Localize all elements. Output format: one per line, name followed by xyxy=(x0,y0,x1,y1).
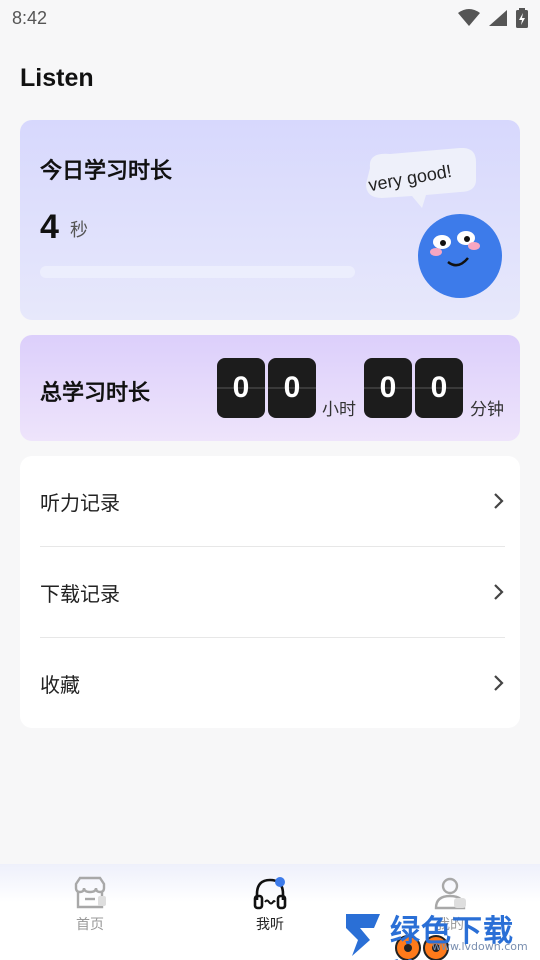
hours-unit-label: 小时 xyxy=(322,400,356,420)
menu-item-listen-history[interactable]: 听力记录 xyxy=(40,456,505,546)
chevron-right-icon xyxy=(494,584,504,600)
chevron-right-icon xyxy=(494,493,504,509)
signal-icon xyxy=(489,10,507,26)
nav-label-home: 首页 xyxy=(76,917,104,933)
user-icon xyxy=(434,877,466,910)
wifi-icon xyxy=(458,9,480,26)
mascot-icon xyxy=(418,214,502,298)
chevron-right-icon xyxy=(494,675,504,691)
total-study-card: 总学习时长 0 0 小时 0 0 分钟 xyxy=(20,335,520,441)
today-study-card: 今日学习时长 4 秒 very good! xyxy=(20,120,520,320)
menu-card: 听力记录 下载记录 收藏 xyxy=(20,456,520,728)
today-study-value: 4 xyxy=(40,208,59,246)
minutes-digit-2: 0 xyxy=(415,358,463,418)
nav-label-listen: 我听 xyxy=(256,917,284,933)
menu-item-label: 听力记录 xyxy=(40,490,120,515)
watermark-url: www.lvdown.com xyxy=(432,940,528,953)
today-study-unit: 秒 xyxy=(70,220,88,241)
page-title: Listen xyxy=(20,64,94,92)
minutes-unit-label: 分钟 xyxy=(470,400,504,420)
menu-item-favorites[interactable]: 收藏 xyxy=(40,638,505,728)
nav-item-home[interactable]: 首页 xyxy=(40,876,140,946)
status-bar: 8:42 xyxy=(0,0,540,36)
today-study-title: 今日学习时长 xyxy=(40,159,173,184)
status-time: 8:42 xyxy=(12,7,48,28)
nav-item-listen[interactable]: 我听 xyxy=(220,876,320,946)
hours-digit-2: 0 xyxy=(268,358,316,418)
store-icon xyxy=(74,876,106,909)
hours-digit-1: 0 xyxy=(217,358,265,418)
total-study-title: 总学习时长 xyxy=(40,381,151,406)
menu-item-label: 收藏 xyxy=(40,672,80,697)
menu-item-label: 下载记录 xyxy=(40,581,120,606)
headphones-icon xyxy=(253,877,287,910)
minutes-digit-1: 0 xyxy=(364,358,412,418)
status-icons xyxy=(458,8,528,28)
today-progress-bar xyxy=(40,266,355,278)
menu-item-download-history[interactable]: 下载记录 xyxy=(40,547,505,637)
battery-icon xyxy=(516,8,528,28)
